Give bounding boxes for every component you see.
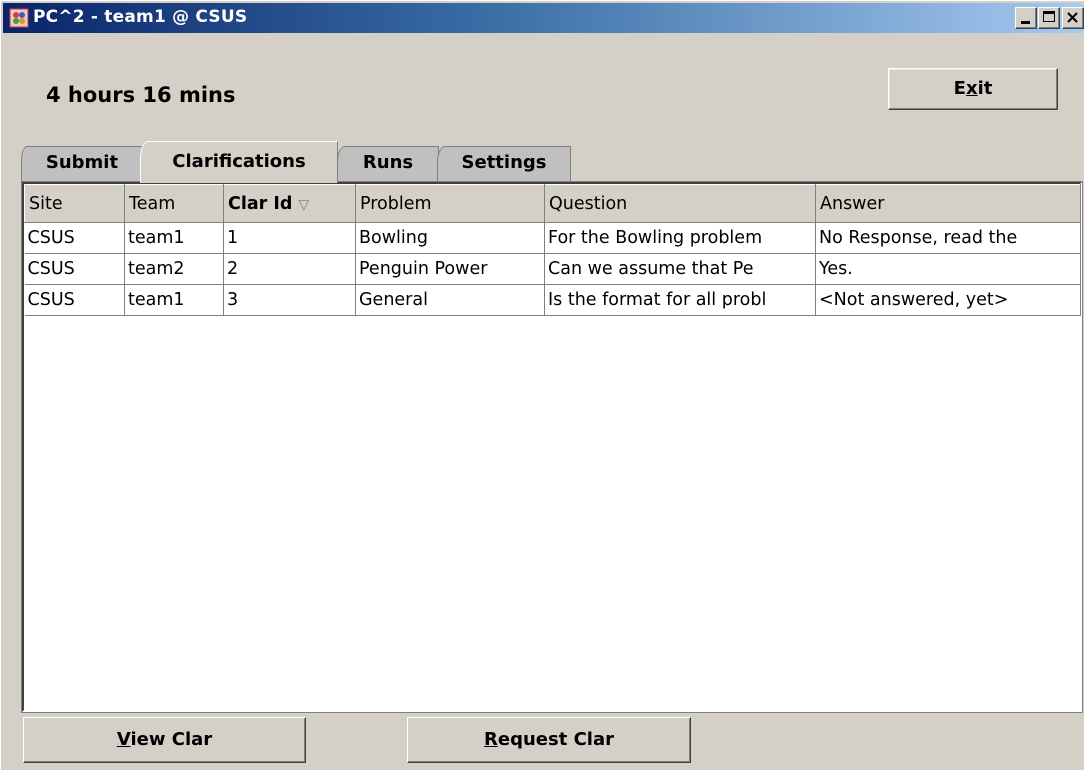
- close-button[interactable]: [1062, 7, 1084, 29]
- tab-clarifications[interactable]: Clarifications: [140, 141, 338, 183]
- table-header-row: Site Team Clar Id ▽ Problem Question Answ…: [24, 184, 1081, 223]
- request-clar-label: equest Clar: [497, 729, 614, 750]
- cell-team: team1: [124, 284, 224, 316]
- cell-clar-id: 2: [223, 253, 356, 285]
- clarifications-table[interactable]: Site Team Clar Id ▽ Problem Question Answ…: [21, 181, 1083, 713]
- request-clar-button[interactable]: Request Clar: [407, 717, 691, 763]
- exit-label-pre: E: [953, 78, 966, 99]
- column-header-site[interactable]: Site: [24, 184, 125, 223]
- column-header-clar-id-label: Clar Id: [228, 193, 293, 214]
- cell-question: For the Bowling problem: [544, 222, 816, 254]
- cell-answer: <Not answered, yet>: [815, 284, 1081, 316]
- cell-question: Is the format for all probl: [544, 284, 816, 316]
- minimize-button[interactable]: [1015, 7, 1037, 29]
- exit-label-post: it: [977, 78, 993, 99]
- view-clar-mnemonic: V: [116, 729, 131, 750]
- cell-team: team2: [124, 253, 224, 285]
- exit-button[interactable]: Exit: [888, 68, 1058, 110]
- cell-question: Can we assume that Pe: [544, 253, 816, 285]
- cell-clar-id: 1: [223, 222, 356, 254]
- cell-site: CSUS: [24, 222, 125, 254]
- remaining-time: 4 hours 16 mins: [46, 83, 236, 107]
- tab-settings[interactable]: Settings: [437, 146, 571, 182]
- tab-submit[interactable]: Submit: [21, 146, 143, 182]
- table-row[interactable]: CSUS team1 3 General Is the format for a…: [24, 284, 1081, 316]
- sort-descending-icon: ▽: [298, 196, 310, 213]
- window-title: PC^2 - team1 @ CSUS: [33, 7, 248, 27]
- tab-runs[interactable]: Runs: [337, 146, 439, 182]
- cell-site: CSUS: [24, 253, 125, 285]
- app-window: PC^2 - team1 @ CSUS 4 hours 16 mins Exit…: [0, 0, 1084, 770]
- table-row[interactable]: CSUS team1 1 Bowling For the Bowling pro…: [24, 222, 1081, 254]
- cell-problem: General: [355, 284, 545, 316]
- column-header-team[interactable]: Team: [124, 184, 224, 223]
- cell-problem: Bowling: [355, 222, 545, 254]
- cell-site: CSUS: [24, 284, 125, 316]
- table-row[interactable]: CSUS team2 2 Penguin Power Can we assume…: [24, 253, 1081, 285]
- minimize-icon: [1021, 21, 1030, 24]
- app-logo-icon: [9, 8, 29, 28]
- title-bar[interactable]: PC^2 - team1 @ CSUS: [3, 3, 1084, 33]
- column-header-problem[interactable]: Problem: [355, 184, 545, 223]
- column-header-clar-id[interactable]: Clar Id ▽: [223, 184, 356, 223]
- cell-answer: No Response, read the: [815, 222, 1081, 254]
- cell-answer: Yes.: [815, 253, 1081, 285]
- cell-clar-id: 3: [223, 284, 356, 316]
- column-header-question[interactable]: Question: [544, 184, 816, 223]
- request-clar-mnemonic: R: [484, 729, 498, 750]
- cell-team: team1: [124, 222, 224, 254]
- exit-mnemonic: x: [965, 78, 978, 99]
- cell-problem: Penguin Power: [355, 253, 545, 285]
- column-header-answer[interactable]: Answer: [815, 184, 1081, 223]
- close-icon: [1067, 12, 1078, 23]
- maximize-icon: [1043, 11, 1055, 22]
- maximize-button[interactable]: [1038, 7, 1060, 29]
- view-clar-label: iew Clar: [130, 729, 213, 750]
- view-clar-button[interactable]: View Clar: [23, 717, 306, 763]
